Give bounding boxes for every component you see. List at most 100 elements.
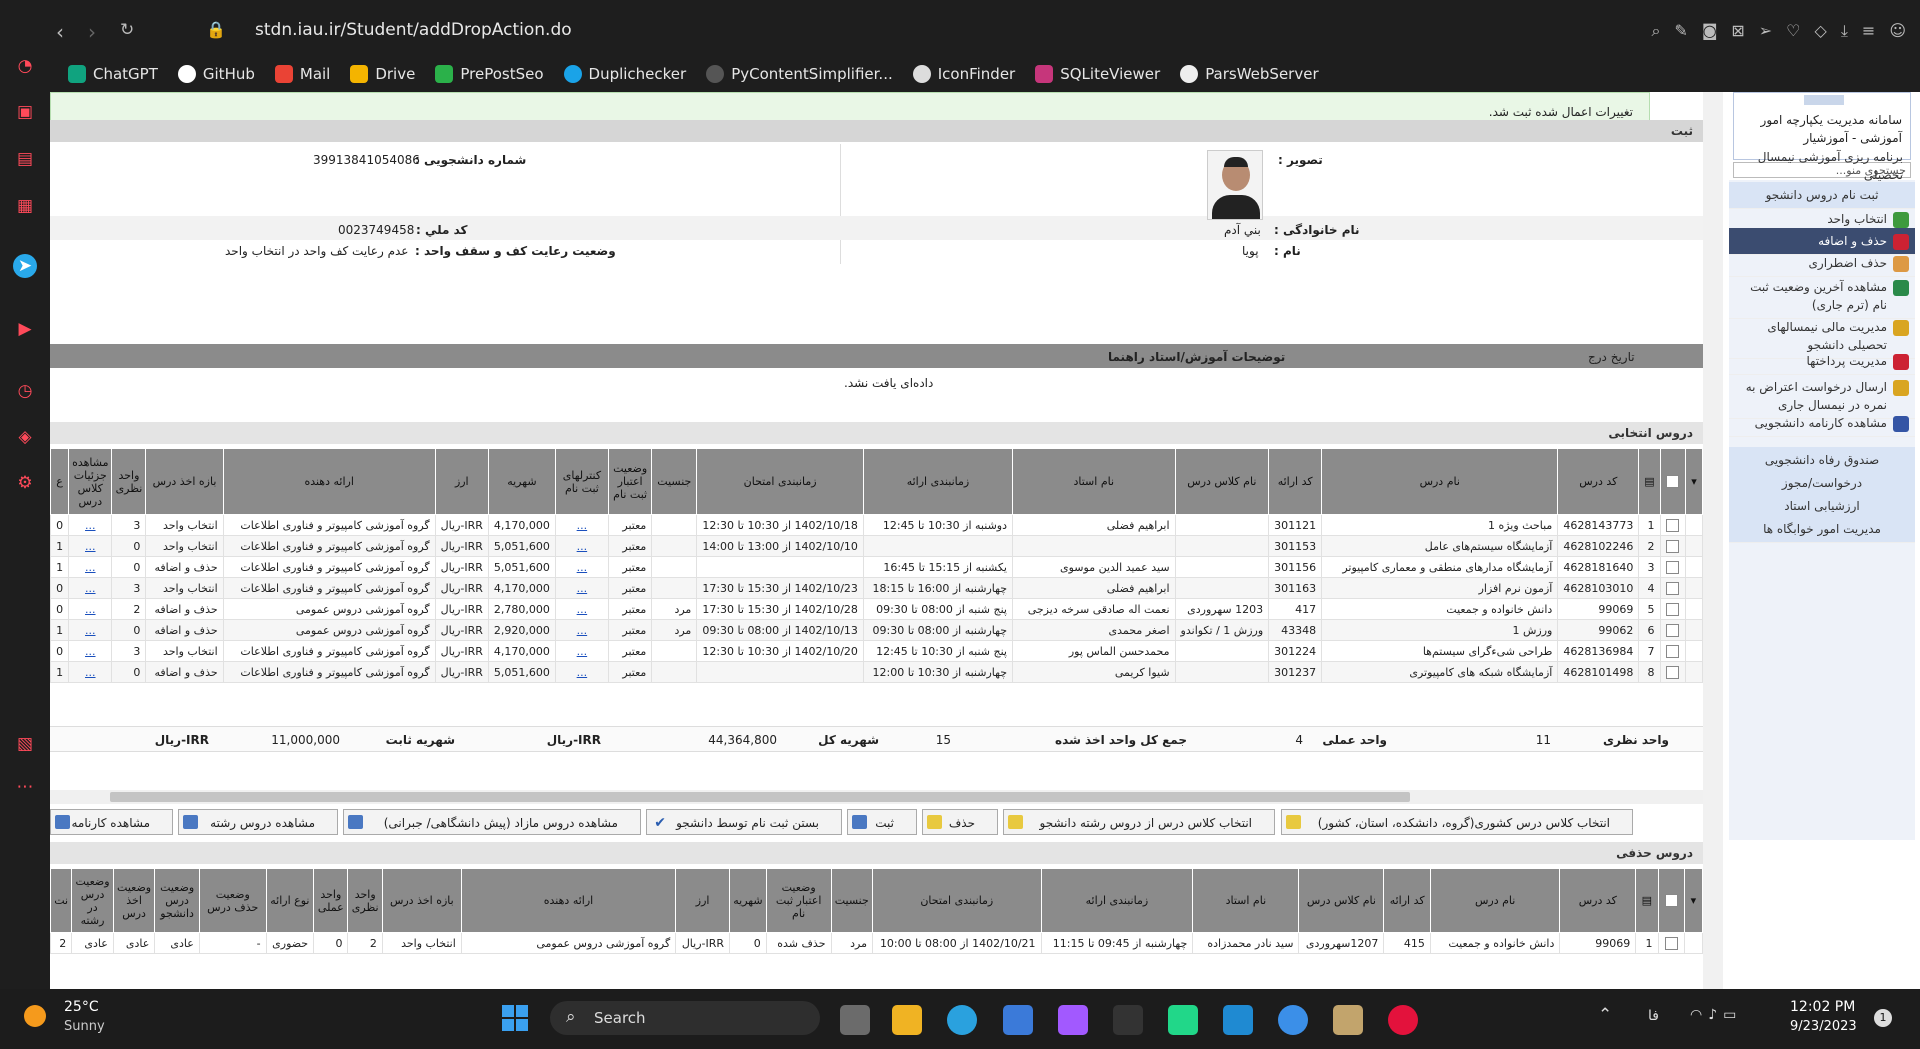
details-link[interactable]: ... [554,619,609,641]
table-row[interactable]: 1 4628143773 مباحث ویژه 1 301121 ابراهیم فضل… [50,514,1703,536]
search-box[interactable]: Search ⌕ [550,1001,820,1035]
nav-dormitory[interactable]: مدیریت امور خوابگاه ها [1729,516,1915,543]
details-link[interactable]: ... [554,598,609,620]
opera-icon[interactable] [1388,1005,1418,1035]
row-checkbox[interactable] [1666,665,1680,679]
telegram-taskbar-icon[interactable] [947,1005,977,1035]
bag-icon[interactable]: ▣ [13,100,37,124]
major-courses-button[interactable]: مشاهده دروس رشته [178,809,338,835]
app-icon[interactable] [1278,1005,1308,1035]
close-registration-button[interactable]: ✔ بستن ثبت نام توسط دانشجو [646,809,842,835]
account-icon[interactable]: ☺ [1889,21,1906,41]
scroll-thumb[interactable] [110,792,1410,802]
row-checkbox[interactable] [1666,560,1680,574]
col-select[interactable] [1657,868,1685,933]
details-link[interactable]: ... [554,514,609,536]
bookmark-prepostseo[interactable]: PrePostSeo [435,65,544,83]
details-link[interactable]: ... [68,640,113,662]
edit-icon[interactable]: ✎ [1674,21,1687,41]
details-link[interactable]: ... [68,535,113,557]
details-link[interactable]: ... [554,577,609,599]
major-class-button[interactable]: انتخاب کلاس درس از دروس رشته دانشجو [1003,809,1275,835]
row-select[interactable] [1659,619,1687,641]
pycharm-icon[interactable] [1168,1005,1198,1035]
nav-payments[interactable]: مدیریت پرداختها [1729,348,1915,375]
row-checkbox[interactable] [1666,581,1680,595]
col-select[interactable] [1659,448,1687,515]
row-checkbox[interactable] [1666,602,1680,616]
chevron-up-icon[interactable]: ⌃ [1598,1005,1612,1025]
nav-emergency-drop[interactable]: حذف اضطراری [1729,250,1915,277]
shield-icon[interactable]: ⊠ [1731,21,1744,41]
nav-transcript[interactable]: مشاهده کارنامه دانشجویی [1729,410,1915,437]
delete-button[interactable]: حذف [922,809,998,835]
bookmark-drive[interactable]: Drive [350,65,415,83]
details-link[interactable]: ... [554,640,609,662]
bookmark-pycontent[interactable]: PyContentSimplifier... [706,65,893,83]
details-link[interactable]: ... [554,661,609,683]
play-icon[interactable]: ▶ [13,317,37,341]
table-row[interactable]: 5 99069 دانش خانواده و جمعیت 417 1203 سهرورد… [50,598,1703,620]
table-row[interactable]: 7 4628136984 طراحی شیءگرای سیستم‌ها 301224 م… [50,640,1703,662]
national-class-button[interactable]: انتخاب کلاس درس کشوری(گروه، دانشکده، است… [1281,809,1633,835]
table-row[interactable]: 2 4628102246 آزمایشگاه سیستم‌های عامل 30115… [50,535,1703,557]
vscode-icon[interactable] [1223,1005,1253,1035]
sun-icon[interactable] [24,1005,46,1027]
row-select[interactable] [1659,577,1687,599]
bookmark-sqliteviewer[interactable]: SQLiteViewer [1035,65,1160,83]
nav-registration[interactable]: ثبت نام دروس دانشجو [1729,182,1915,209]
horizontal-scrollbar[interactable] [50,790,1703,804]
details-link[interactable]: ... [68,661,113,683]
table-row[interactable]: 3 4628181640 آزمایشگاه مدارهای منطقی و معم… [50,556,1703,578]
clock-icon[interactable]: ◷ [13,379,37,403]
notification-badge[interactable]: 1 [1874,1009,1892,1027]
table-row[interactable]: 1 99069 دانش خانواده و جمعیت 415 1207سهروردی… [50,932,1704,954]
heart-icon[interactable]: ♡ [1786,21,1800,41]
details-link[interactable]: ... [554,535,609,557]
extra-courses-button[interactable]: مشاهده دروس مازاد (پیش دانشگاهی/ جبرانی) [343,809,641,835]
details-link[interactable]: ... [554,556,609,578]
table-row[interactable]: 6 99062 ورزش 1 43348 ورزش 1 / تکواندو اصغر مح… [50,619,1703,641]
back-icon[interactable]: ‹ [56,20,64,44]
reload-icon[interactable]: ↻ [120,20,134,40]
row-select[interactable] [1659,598,1687,620]
row-checkbox[interactable] [1666,623,1680,637]
easy-setup-icon[interactable]: ≡ [1862,21,1875,41]
cube-icon[interactable]: ◈ [13,425,37,449]
col-collapse[interactable]: ▾ [1683,868,1704,933]
twitch-icon[interactable]: ▤ [13,147,37,171]
speed-dial-icon[interactable]: ◔ [13,54,37,78]
bookmark-parswebserver[interactable]: ParsWebServer [1180,65,1319,83]
send-icon[interactable]: ➢ [1759,21,1772,41]
bookmark-iconfinder[interactable]: IconFinder [912,65,1015,83]
row-select[interactable] [1659,661,1687,683]
details-link[interactable]: ... [68,514,113,536]
photo-icon[interactable]: ▧ [13,732,37,756]
nav-last-status[interactable]: مشاهده آخرین وضعیت ثبت نام (ترم جاری) [1729,274,1915,319]
row-select[interactable] [1659,640,1687,662]
vertical-scrollbar[interactable] [1703,92,1723,989]
terminal-icon[interactable] [1113,1005,1143,1035]
col-collapse[interactable]: ▾ [1685,448,1703,515]
clock-time[interactable]: 12:02 PM [1790,999,1855,1015]
row-checkbox[interactable] [1666,518,1680,532]
settings-icon[interactable]: ⚙ [13,471,37,495]
bookmark-mail[interactable]: Mail [274,65,330,83]
tool-icon[interactable] [1333,1005,1363,1035]
download-icon[interactable]: ⤓ [1841,21,1848,41]
camera-icon[interactable]: ◙ [1702,21,1718,41]
row-select[interactable] [1659,556,1687,578]
row-select[interactable] [1659,514,1687,536]
row-select[interactable] [1659,535,1687,557]
box-icon[interactable]: ◇ [1815,21,1827,41]
zoom-icon[interactable]: ⌕ [1651,21,1660,41]
language-indicator[interactable]: فا [1648,1008,1659,1024]
weather-temp[interactable]: 25°C [64,999,99,1015]
figma-icon[interactable] [1058,1005,1088,1035]
details-link[interactable]: ... [68,577,113,599]
start-icon[interactable] [502,1005,528,1031]
url-field[interactable]: stdn.iau.ir/Student/addDropAction.do [255,20,572,40]
explorer-icon[interactable] [892,1005,922,1035]
select-all-checkbox[interactable] [1666,475,1680,489]
bookmark-github[interactable]: GitHub [177,65,255,83]
